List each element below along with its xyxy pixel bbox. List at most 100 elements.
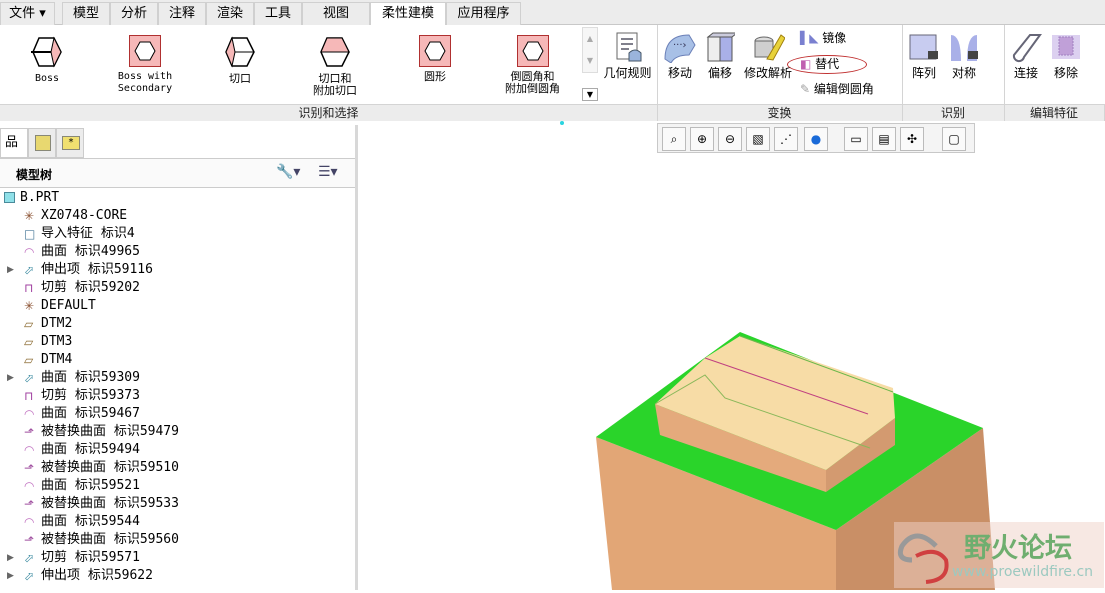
move-icon: ···› [664, 34, 696, 63]
extrude-feature-icon: ⬀ [24, 371, 35, 385]
gallery-more-icon[interactable]: ▼ [582, 88, 598, 101]
tab-8[interactable]: 应用程序 [446, 2, 521, 25]
model-tree-tab[interactable]: 品 [0, 128, 28, 158]
tab-3[interactable]: 注释 [158, 2, 206, 25]
offset-button[interactable]: 偏移 [702, 31, 738, 79]
connect-button[interactable]: 连接 [1008, 31, 1044, 79]
saved-views-icon[interactable]: ▤ [872, 127, 896, 151]
zoom-in-icon[interactable]: ⊕ [690, 127, 714, 151]
offset-icon [706, 32, 735, 62]
display-style-icon[interactable]: ● [804, 127, 828, 151]
favorites-tab[interactable]: * [56, 128, 84, 158]
replace-feature-icon: ⬏ [24, 425, 35, 439]
surface-feature-icon: ◠ [24, 479, 35, 493]
plane-feature-icon: ▱ [24, 317, 34, 331]
group-label-recognize: 识别 [902, 104, 1004, 121]
replace-feature-icon: ⬏ [24, 533, 35, 547]
boss-icon [31, 36, 62, 68]
csys-feature-icon: ✳ [24, 209, 35, 223]
spin-center-marker [560, 121, 564, 125]
part-icon [4, 192, 15, 203]
remove-icon [1052, 35, 1080, 59]
repaint-icon[interactable]: ▧ [746, 127, 770, 151]
tab-5[interactable]: 工具 [254, 2, 302, 25]
navigator-panel: 品 * 模型树 🔧▾ ☰▾ B.PRT ✳ XZ0748-CORE □ 导入特征 标识4… [0, 125, 358, 590]
extrude-feature-icon: ⬀ [24, 551, 35, 565]
cut-attach-icon [320, 37, 350, 67]
zoom-out-icon[interactable]: ⊖ [718, 127, 742, 151]
surface-feature-icon: ◠ [24, 407, 35, 421]
folder-browser-tab[interactable] [28, 128, 56, 158]
3d-model[interactable] [361, 121, 1105, 590]
pattern-button[interactable]: 阵列 [906, 31, 942, 79]
tree-icon: 品 [5, 135, 19, 150]
cut-and-attach-button[interactable]: 切口和 附加切口 [305, 35, 365, 97]
symmetry-icon [951, 35, 978, 61]
round-and-attach-button[interactable]: 倒圆角和 附加倒圆角 [495, 35, 570, 95]
expand-arrow-icon[interactable]: ▶ [7, 567, 14, 585]
tab-2[interactable]: 分析 [110, 2, 158, 25]
settings-tools-icon[interactable]: 🔧▾ [276, 164, 300, 180]
mirror-button[interactable]: ▌◣ 镜像 [800, 30, 846, 46]
geometry-rules-icon [616, 32, 641, 62]
boss-secondary-icon [129, 35, 161, 67]
boss-with-secondary-button[interactable]: Boss with Secondary [110, 35, 180, 95]
mirror-icon: ▌◣ [800, 31, 823, 45]
symmetry-button[interactable]: 对称 [946, 31, 982, 79]
expand-arrow-icon[interactable]: ▶ [7, 261, 14, 279]
expand-arrow-icon[interactable]: ▶ [7, 549, 14, 567]
favorites-icon: * [62, 136, 80, 150]
modify-analytic-icon [754, 34, 785, 61]
surface-feature-icon: ◠ [24, 245, 35, 259]
tab-6[interactable]: 视图 [302, 2, 370, 25]
extrude-feature-icon: ⬀ [24, 263, 35, 277]
model-tree-title: 模型树 [16, 168, 53, 182]
plane-feature-icon: ▱ [24, 353, 34, 367]
pattern-icon [909, 34, 938, 60]
plane-feature-icon: ▱ [24, 335, 34, 349]
round-attach-icon [516, 35, 549, 67]
annotation-display-icon[interactable]: ▭ [844, 127, 868, 151]
tab-1[interactable]: 模型 [62, 2, 110, 25]
watermark-logo-icon [897, 533, 949, 584]
view-toolbar: ⌕ ⊕ ⊖ ▧ ⋰ ● ▭ ▤ ✣ ▢ [657, 123, 975, 153]
geometry-rules-button[interactable]: 几何规则 [600, 31, 655, 79]
replace-feature-icon: ⬏ [24, 461, 35, 475]
show-list-icon[interactable]: ☰▾ [318, 164, 338, 180]
import-feature-icon: □ [24, 227, 36, 241]
spin-center-icon[interactable]: ✣ [900, 127, 924, 151]
tab-7[interactable]: 柔性建模 [370, 2, 446, 26]
ribbon-tab-bar: 文件 ▾ 模型 分析 注释 渲染 工具 视图 柔性建模 应用程序 [0, 0, 1105, 26]
cut-icon [225, 36, 255, 68]
view-manager-icon[interactable]: ▢ [942, 127, 966, 151]
tab-0[interactable]: 文件 ▾ [0, 2, 55, 25]
ribbon: Boss Boss with Secondary 切口 切口和 附加切口 圆形 … [0, 25, 1105, 105]
refit-icon[interactable]: ⌕ [662, 127, 686, 151]
datum-display-icon[interactable]: ⋰ [774, 127, 798, 151]
surface-feature-icon: ◠ [24, 515, 35, 529]
cut-button[interactable]: 切口 [215, 35, 265, 85]
gallery-scroll[interactable]: ▲ ▼ [582, 27, 598, 73]
round-button[interactable]: 圆形 [410, 35, 460, 83]
expand-arrow-icon[interactable]: ▶ [7, 369, 14, 387]
remove-button[interactable]: 移除 [1048, 31, 1084, 79]
modify-analytic-button[interactable]: 修改解析 [740, 31, 796, 79]
extrude-feature-icon: ⬀ [24, 569, 35, 583]
surface-feature-icon: ◠ [24, 443, 35, 457]
csys-feature-icon: ✳ [24, 299, 35, 313]
move-button[interactable]: ···› 移动 [662, 31, 698, 79]
replace-feature-icon: ⬏ [24, 497, 35, 511]
group-label-recognize-select: 识别和选择 [0, 104, 657, 121]
boss-button[interactable]: Boss [22, 35, 72, 85]
group-label-edit-feature: 编辑特征 [1004, 104, 1105, 121]
cut-feature-icon: ⊓ [24, 281, 34, 295]
annotation-ellipse [787, 55, 867, 74]
graphics-viewport[interactable]: 野火论坛 www.proewildfire.cn [361, 121, 1105, 590]
round-icon [419, 35, 451, 67]
group-label-transform: 变换 [657, 104, 902, 121]
edit-round-button[interactable]: ✎ 编辑倒圆角 [800, 81, 874, 97]
watermark: 野火论坛 www.proewildfire.cn [894, 522, 1104, 588]
connect-icon [1012, 34, 1042, 63]
tab-4[interactable]: 渲染 [206, 2, 254, 25]
svg-text:···›: ···› [673, 40, 687, 51]
